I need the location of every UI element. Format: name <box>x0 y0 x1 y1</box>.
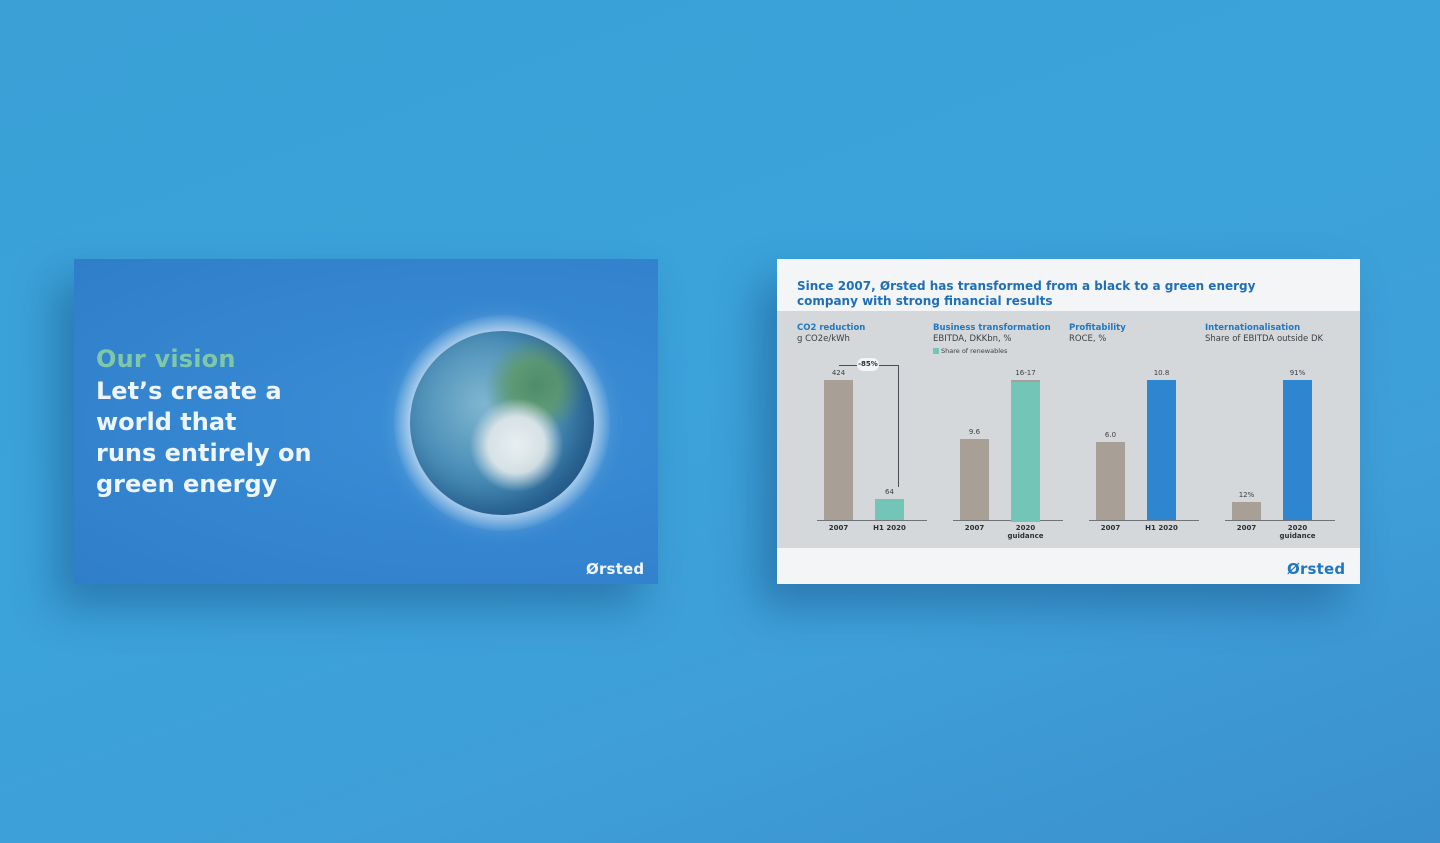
chart-panel-3: Profitability ROCE, % 6.0 2007 10.8 H1 2020 <box>1069 311 1204 548</box>
chart-panel-1: CO2 reduction g CO2e/kWh 424 2007 64 H1 2020-… <box>797 311 932 548</box>
charts-area: CO2 reduction g CO2e/kWh 424 2007 64 H1 2020-… <box>777 311 1360 548</box>
reduction-badge: -85% <box>857 358 879 371</box>
bar-2007 <box>960 439 989 520</box>
data-label: 16-17 <box>1015 369 1036 377</box>
x-tick-label: 2007 <box>1100 524 1121 532</box>
x-axis-line <box>1089 520 1199 521</box>
chart-slide-title: Since 2007, Ørsted has transformed from … <box>797 279 1256 308</box>
bar-2020-guidance <box>1011 380 1040 522</box>
reduction-bracket <box>838 365 899 487</box>
x-tick-label: 2007 <box>828 524 849 532</box>
vision-line-4: green energy <box>96 470 278 498</box>
x-tick-label: H1 2020 <box>873 524 906 532</box>
data-label: 9.6 <box>968 428 981 436</box>
orsted-logo: Ørsted <box>1287 560 1346 578</box>
orsted-logo: Ørsted <box>586 560 645 578</box>
x-tick-label: 2007 <box>964 524 985 532</box>
chart-subtitle: g CO2e/kWh <box>797 334 850 344</box>
chart-subtitle: ROCE, % <box>1069 334 1107 344</box>
chart-legend: Share of renewables <box>933 347 1007 355</box>
legend-label: Share of renewables <box>941 347 1008 355</box>
x-tick-label: 2020 guidance <box>1279 524 1316 540</box>
chart-subtitle: EBITDA, DKKbn, % <box>933 334 1012 344</box>
data-label: 12% <box>1238 491 1255 499</box>
data-label: 10.8 <box>1153 369 1170 377</box>
bar-2007 <box>1096 442 1125 520</box>
results-slide: Since 2007, Ørsted has transformed from … <box>777 259 1360 584</box>
chart-panel-4: Internationalisation Share of EBITDA outs… <box>1205 311 1340 548</box>
chart-title: Business transformation <box>933 323 1051 333</box>
vision-slide: Our vision Let’s create a world that run… <box>74 259 658 584</box>
data-label: 91% <box>1289 369 1306 377</box>
bar-h1-2020 <box>875 499 904 520</box>
earth-globe-icon <box>410 331 594 515</box>
chart-panel-2: Business transformation EBITDA, DKKbn, % S… <box>933 311 1068 548</box>
vision-line-2: world that <box>96 408 237 436</box>
legend-swatch <box>933 348 939 354</box>
chart-title: Internationalisation <box>1205 323 1301 333</box>
chart-subtitle: Share of EBITDA outside DK <box>1205 334 1324 344</box>
x-tick-label: 2007 <box>1236 524 1257 532</box>
x-axis-line <box>817 520 927 521</box>
data-label: 64 <box>885 488 894 496</box>
x-axis-line <box>953 520 1063 521</box>
bar-2007 <box>1232 502 1261 520</box>
bar-2020-guidance <box>1283 380 1312 520</box>
vision-line-3: runs entirely on <box>96 439 312 467</box>
chart-title: CO2 reduction <box>797 323 866 333</box>
x-axis-line <box>1225 520 1335 521</box>
data-label: 6.0 <box>1104 431 1117 439</box>
vision-line-1: Let’s create a <box>96 377 282 405</box>
bar-h1-2020 <box>1147 380 1176 520</box>
chart-title: Profitability <box>1069 323 1126 333</box>
x-tick-label: H1 2020 <box>1145 524 1178 532</box>
x-tick-label: 2020 guidance <box>1007 524 1044 540</box>
vision-title: Our vision <box>96 345 236 373</box>
